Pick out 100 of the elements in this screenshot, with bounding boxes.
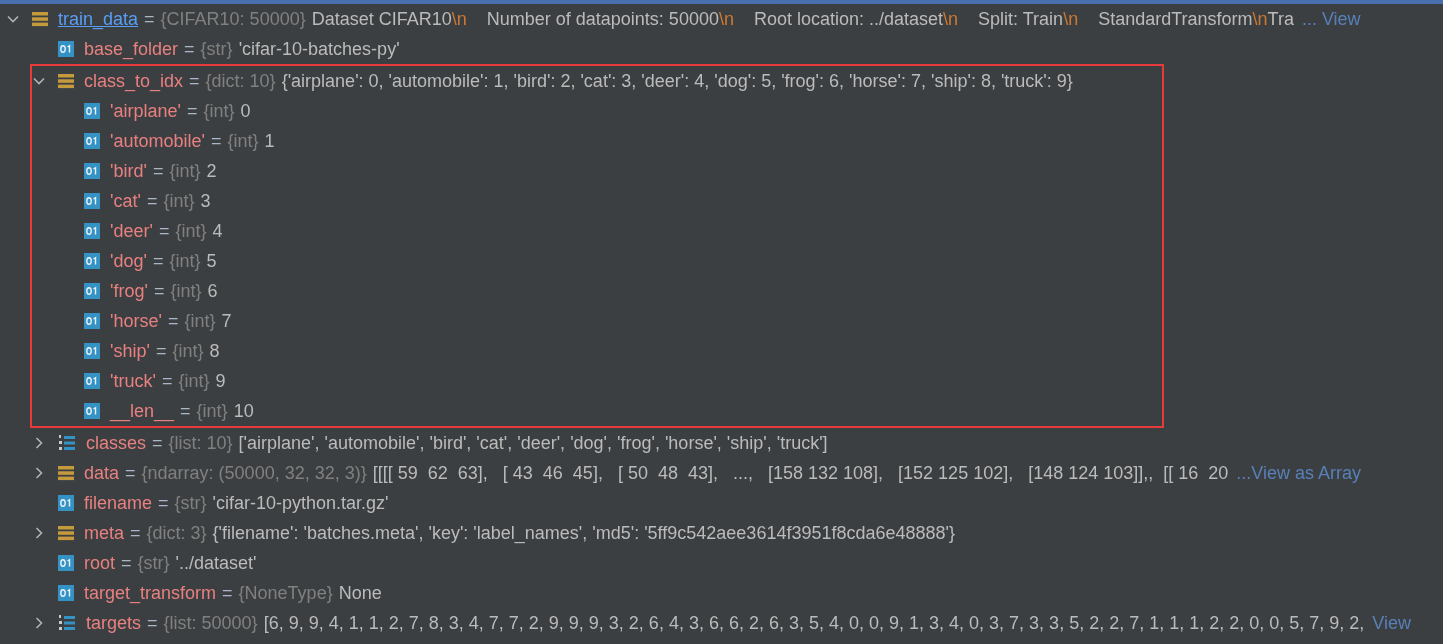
type-label: {int} (175, 220, 207, 242)
variable-value: None (338, 582, 382, 604)
type-label: {int} (178, 370, 210, 392)
variable-value: StandardTransform (1097, 8, 1253, 30)
equals-sign: = (130, 522, 141, 544)
type-label: {str} (137, 552, 170, 574)
primitive-icon (84, 253, 100, 269)
variable-name: 'deer' (110, 220, 153, 242)
variable-value: 3 (200, 190, 211, 212)
type-label: {str} (174, 492, 207, 514)
variable-name: train_data (58, 8, 139, 30)
variable-value: 1 (264, 130, 275, 152)
variable-value: 8 (209, 340, 220, 362)
variable-value: 2 (206, 160, 217, 182)
variable-value: Dataset CIFAR10 (311, 8, 452, 30)
type-label: {int} (169, 160, 201, 182)
primitive-icon (84, 373, 100, 389)
equals-sign: = (158, 492, 169, 514)
primitive-icon (84, 193, 100, 209)
type-label: {ndarray: (50000, 32, 32, 3)} (141, 462, 367, 484)
equals-sign: = (152, 432, 163, 454)
variable-value: 0 (240, 100, 251, 122)
variable-name: classes (86, 432, 147, 454)
type-label: {int} (196, 400, 228, 422)
equals-sign: = (222, 582, 233, 604)
variable-value: Root location: ../dataset (752, 8, 944, 30)
structure-icon (58, 525, 74, 541)
equals-sign: = (189, 70, 200, 92)
primitive-icon (84, 283, 100, 299)
variable-name: 'horse' (110, 310, 162, 332)
escape-sequence: \n (943, 8, 959, 30)
structure-icon (58, 465, 74, 481)
equals-sign: = (180, 400, 191, 422)
variable-name: data (84, 462, 120, 484)
type-label: {int} (227, 130, 259, 152)
equals-sign: = (153, 280, 165, 302)
view-link[interactable]: ... View (1301, 8, 1361, 30)
type-label: {int} (172, 340, 204, 362)
equals-sign: = (147, 612, 158, 634)
variable-value: 'cifar-10-python.tar.gz' (212, 492, 389, 514)
variable-name: 'truck' (110, 370, 156, 392)
escape-sequence: \n (718, 8, 734, 30)
type-label: {dict: 10} (205, 70, 276, 92)
equals-sign: = (184, 38, 195, 60)
view-link[interactable]: ...View as Array (1236, 462, 1362, 484)
type-label: {int} (163, 190, 195, 212)
variable-name: base_folder (84, 38, 179, 60)
primitive-icon (84, 133, 100, 149)
variable-value: '../dataset' (175, 552, 257, 574)
primitive-icon (58, 41, 74, 57)
primitive-icon (58, 555, 74, 571)
type-label: {CIFAR10: 50000} (160, 8, 306, 30)
variable-value: 9 (215, 370, 226, 392)
variable-name: 'bird' (110, 160, 147, 182)
variable-name: __len__ (110, 400, 175, 422)
variable-value: Tra (1267, 8, 1294, 30)
equals-sign: = (152, 250, 164, 272)
type-label: {dict: 3} (146, 522, 207, 544)
variable-value: 10 (233, 400, 254, 422)
primitive-icon (84, 343, 100, 359)
equals-sign: = (125, 462, 136, 484)
variable-name: 'dog' (110, 250, 147, 272)
variable-value: ['airplane', 'automobile', 'bird', 'cat', 'deer', 'dog', 'frog', 'horse', 'ship', 'truck'] (238, 432, 828, 454)
variable-value: {'airplane': 0, 'automobile': 1, 'bird': 2, 'cat': 3, 'deer': 4, 'dog': 5, 'frog': 6, 'horse': 7, 'ship': 8, 'truck': 9} (281, 70, 1073, 92)
type-label: {NoneType} (238, 582, 333, 604)
equals-sign: = (167, 310, 179, 332)
primitive-icon (84, 403, 100, 419)
variable-name: filename (84, 492, 153, 514)
type-label: {int} (169, 250, 201, 272)
variable-name: meta (84, 522, 125, 544)
equals-sign: = (210, 130, 222, 152)
variable-value: Split: Train (977, 8, 1064, 30)
escape-sequence: \n (1252, 8, 1268, 30)
type-label: {list: 10} (168, 432, 233, 454)
variable-value: 'cifar-10-batches-py' (238, 38, 400, 60)
variable-name: targets (86, 612, 142, 634)
list-icon (58, 614, 76, 632)
equals-sign: = (146, 190, 158, 212)
equals-sign: = (152, 160, 164, 182)
variable-name: root (84, 552, 116, 574)
equals-sign: = (155, 340, 167, 362)
type-label: {int} (170, 280, 202, 302)
variable-value: Number of datapoints: 50000 (485, 8, 719, 30)
variable-name: class_to_idx (84, 70, 184, 92)
primitive-icon (58, 585, 74, 601)
equals-sign: = (161, 370, 173, 392)
variable-value: [6, 9, 9, 4, 1, 1, 2, 7, 8, 3, 4, 7, 7, 2, 9, 9, 9, 3, 2, 6, 4, 3, 6, 6, 2, 6, 3, 5, 4, 0, 0, 9, 1, 3, 4, 0, 3, 7, 3, 3, 5, 2, 2, 7, 1, 1, 1, 2, 2, 0, 0, 5, 7, 9, 2, (263, 612, 1365, 634)
variable-name: 'airplane' (110, 100, 181, 122)
escape-sequence: \n (451, 8, 467, 30)
equals-sign: = (158, 220, 170, 242)
list-icon (58, 434, 76, 452)
equals-sign: = (121, 552, 132, 574)
variable-name: 'ship' (110, 340, 150, 362)
primitive-icon (84, 103, 100, 119)
primitive-icon (84, 223, 100, 239)
variable-name: 'frog' (110, 280, 148, 302)
variable-value: 5 (206, 250, 217, 272)
type-label: {list: 50000} (163, 612, 258, 634)
primitive-icon (84, 313, 100, 329)
view-link[interactable]: View (1372, 612, 1412, 634)
